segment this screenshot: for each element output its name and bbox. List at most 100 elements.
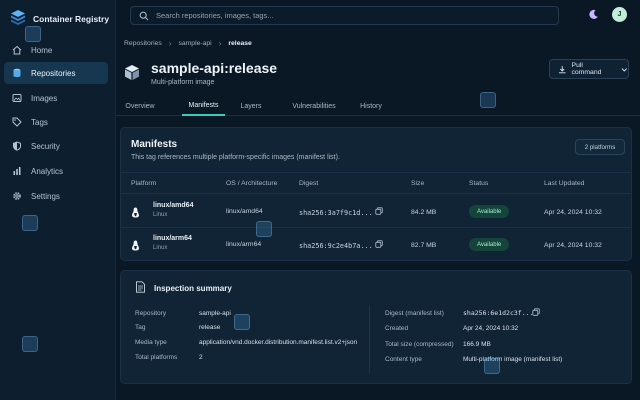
last-updated-value: Apr 24, 2024 10:32 <box>544 242 602 249</box>
summary-label: Total platforms <box>135 354 178 361</box>
platform-count-badge: 2 platforms <box>575 139 625 155</box>
tab-history[interactable]: History <box>356 96 386 116</box>
summary-value: Apr 24, 2024 10:32 <box>463 325 519 332</box>
database-icon <box>13 68 21 78</box>
sidebar-item-security[interactable]: Security <box>4 135 108 157</box>
column-header-os-arch[interactable]: OS / Architecture <box>226 180 277 187</box>
summary-divider <box>369 305 370 373</box>
size-value: 82.7 MB <box>411 242 437 249</box>
package-cube-icon <box>124 64 140 83</box>
table-row[interactable]: linux/arm64 Linux linux/arm64 sha256:9c2… <box>121 228 631 261</box>
summary-label: Digest (manifest list) <box>385 310 444 317</box>
column-header-digest[interactable]: Digest <box>299 180 318 187</box>
tag-icon <box>12 117 22 127</box>
pull-command-label: Pull command <box>571 62 602 76</box>
summary-label: Created <box>385 325 409 332</box>
tab-layers[interactable]: Layers <box>236 96 266 116</box>
platform-os: Linux <box>153 245 168 251</box>
manifests-title: Manifests <box>131 139 178 150</box>
copy-icon[interactable] <box>375 240 383 250</box>
breadcrumb-item-current: release <box>228 40 252 47</box>
sidebar-item-label: Settings <box>31 191 60 201</box>
column-header-platform[interactable]: Platform <box>131 180 156 187</box>
status-badge: Available <box>469 205 510 218</box>
breadcrumb: Repositories › sample-api › release <box>124 39 252 48</box>
document-icon <box>135 281 146 295</box>
sidebar-item-repositories[interactable]: Repositories <box>4 62 108 84</box>
summary-label: Media type <box>135 339 167 346</box>
size-value: 84.2 MB <box>411 209 437 216</box>
summary-value: Multi-platform image (manifest list) <box>463 356 563 363</box>
column-header-last-updated[interactable]: Last Updated <box>544 180 584 187</box>
summary-label: Content type <box>385 356 422 363</box>
overlay-mark <box>234 314 250 330</box>
platform-name: linux/arm64 <box>153 235 192 242</box>
tab-overview[interactable]: Overview <box>122 96 158 116</box>
chevron-down-icon <box>621 67 628 72</box>
cube-stack-logo-icon <box>10 9 26 28</box>
summary-value: application/vnd.docker.distribution.mani… <box>199 339 358 346</box>
breadcrumb-item-repositories[interactable]: Repositories <box>124 40 162 47</box>
sidebar-item-label: Images <box>31 93 58 103</box>
summary-value: 2 <box>199 354 203 361</box>
gear-icon <box>13 192 21 200</box>
summary-value: sample-api <box>199 310 231 317</box>
platform-name: linux/amd64 <box>153 202 194 209</box>
search-bar[interactable]: Search repositories, images, tags... <box>130 6 559 25</box>
page-title: sample-api:release <box>151 60 278 76</box>
table-row[interactable]: linux/amd64 Linux linux/amd64 sha256:3a7… <box>121 195 631 228</box>
shield-icon <box>13 141 21 151</box>
column-header-status[interactable]: Status <box>469 180 488 187</box>
manifests-card: Manifests This tag references multiple p… <box>120 127 632 261</box>
brand[interactable]: Container Registry <box>10 9 109 28</box>
digest-value[interactable]: sha256:9c2e4b7a... <box>299 242 373 250</box>
pull-command-button[interactable]: Pull command <box>549 59 629 79</box>
tab-manifests[interactable]: Manifests <box>182 96 225 116</box>
overlay-mark <box>256 221 272 237</box>
breadcrumb-item-repo[interactable]: sample-api <box>178 40 211 47</box>
summary-label: Total size (compressed) <box>385 341 454 348</box>
os-arch-value: linux/amd64 <box>226 208 263 215</box>
inspection-summary-card: Inspection summary Repository sample-api… <box>120 270 632 384</box>
page-subtitle: Multi-platform image <box>151 79 215 86</box>
manifests-description: This tag references multiple platform-sp… <box>131 154 340 161</box>
sidebar-item-home[interactable]: Home <box>4 39 108 61</box>
overlay-mark <box>22 215 38 231</box>
platform-os: Linux <box>153 212 168 218</box>
last-updated-value: Apr 24, 2024 10:32 <box>544 209 602 216</box>
sidebar-item-label: Home <box>31 45 53 55</box>
search-input[interactable]: Search repositories, images, tags... <box>156 11 274 20</box>
overlay-mark <box>484 358 500 374</box>
overlay-mark <box>480 92 496 108</box>
sidebar-item-analytics[interactable]: Analytics <box>4 160 108 182</box>
image-icon <box>12 94 22 102</box>
linux-penguin-icon <box>131 240 140 253</box>
linux-penguin-icon <box>131 207 140 220</box>
download-icon <box>558 65 566 73</box>
sidebar-item-label: Repositories <box>31 68 76 78</box>
column-header-size[interactable]: Size <box>411 180 424 187</box>
copy-icon[interactable] <box>375 207 383 217</box>
app-name: Container Registry <box>33 13 110 24</box>
os-arch-value: linux/arm64 <box>226 241 262 248</box>
copy-icon[interactable] <box>532 308 540 318</box>
chart-icon <box>13 167 21 175</box>
sidebar-item-label: Security <box>31 141 60 151</box>
sidebar-item-images[interactable]: Images <box>4 87 108 109</box>
tab-vulnerabilities[interactable]: Vulnerabilities <box>288 96 340 116</box>
sidebar-item-tags[interactable]: Tags <box>4 111 108 133</box>
tab-bar: Overview Manifests Layers Vulnerabilitie… <box>116 96 640 116</box>
sidebar-item-settings[interactable]: Settings <box>4 185 108 207</box>
summary-label: Tag <box>135 324 146 331</box>
sidebar: Container Registry Home Repositories Ima… <box>0 0 116 400</box>
avatar[interactable]: J <box>612 7 627 22</box>
summary-value: release <box>199 324 221 331</box>
digest-value[interactable]: sha256:3a7f9c1d... <box>299 209 373 217</box>
summary-title: Inspection summary <box>154 284 232 293</box>
sidebar-item-label: Tags <box>31 117 48 127</box>
overlay-mark <box>22 336 38 352</box>
table-header: Platform OS / Architecture Digest Size S… <box>121 172 631 194</box>
moon-icon[interactable] <box>588 9 599 22</box>
summary-value[interactable]: sha256:6e1d2c3f... <box>463 309 533 317</box>
status-badge: Available <box>469 238 510 251</box>
